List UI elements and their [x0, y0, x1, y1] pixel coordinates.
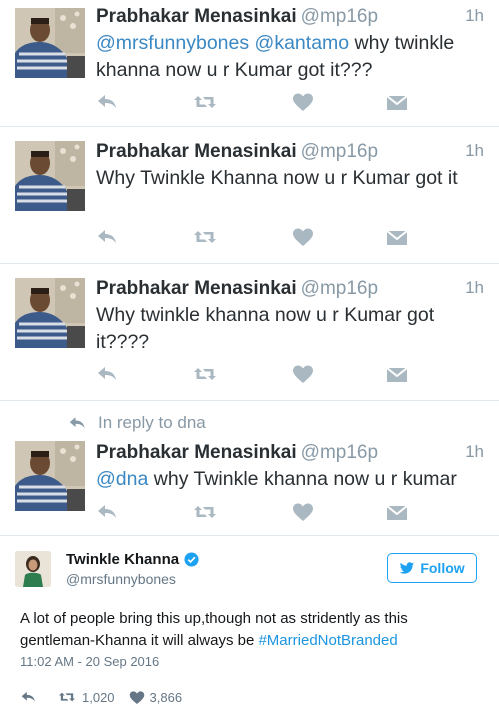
avatar-photo [15, 278, 85, 348]
direct-message-icon[interactable] [386, 90, 408, 114]
retweet-icon[interactable] [192, 500, 218, 524]
heart-icon [129, 690, 144, 704]
reply-icon[interactable] [96, 225, 120, 249]
tweet-text: A lot of people bring this up,though not… [20, 608, 480, 652]
tweet[interactable]: Prabhakar Menasinkai @mp16p 1h @mrsfunnyb… [0, 0, 499, 127]
reply-context[interactable]: In reply to dna [68, 413, 206, 433]
featured-tweet[interactable]: Twinkle Khanna @mrsfunnybones Follow A l… [0, 536, 499, 715]
avatar-photo [15, 8, 85, 78]
reply-icon [68, 414, 88, 432]
author-handle[interactable]: @mrsfunnybones [66, 571, 176, 587]
follow-label: Follow [420, 560, 465, 576]
tweet[interactable]: In reply to dna Prabhakar Menasinkai @mp1… [0, 401, 499, 536]
retweet-count-value: 1,020 [82, 689, 115, 705]
author-handle[interactable]: @mp16p [301, 278, 378, 299]
retweet-icon[interactable] [192, 362, 218, 386]
tweet-actions [96, 500, 426, 524]
twitter-bird-icon [400, 561, 415, 574]
mention-link[interactable]: @kantamo [255, 32, 350, 54]
avatar[interactable] [15, 441, 85, 511]
retweet-count[interactable]: 1,020 [57, 689, 115, 705]
verified-badge-icon [184, 552, 199, 567]
tweet[interactable]: Prabhakar Menasinkai @mp16p 1h Why twinkl… [0, 264, 499, 401]
tweet-actions: 1,020 3,866 [20, 688, 196, 706]
direct-message-icon[interactable] [386, 225, 408, 249]
avatar-photo [15, 141, 85, 211]
tweet-body: why Twinkle khanna now u r kumar [148, 468, 457, 490]
avatar[interactable] [15, 8, 85, 78]
author-name[interactable]: Prabhakar Menasinkai [96, 278, 297, 299]
avatar[interactable] [15, 278, 85, 348]
reply-icon[interactable] [96, 362, 120, 386]
follow-button[interactable]: Follow [387, 553, 477, 583]
like-count[interactable]: 3,866 [129, 689, 183, 705]
mention-link[interactable]: @dna [96, 468, 148, 490]
author-name[interactable]: Prabhakar Menasinkai [96, 6, 297, 27]
avatar[interactable] [15, 551, 51, 587]
avatar[interactable] [15, 141, 85, 211]
reply-icon[interactable] [20, 689, 43, 705]
tweet-actions [96, 362, 426, 386]
reply-context-label: In reply to dna [98, 413, 206, 432]
avatar-photo [15, 551, 51, 587]
author-name[interactable]: Twinkle Khanna [66, 551, 199, 568]
direct-message-icon[interactable] [386, 500, 408, 524]
heart-icon[interactable] [292, 225, 314, 249]
author-name-text: Twinkle Khanna [66, 551, 180, 568]
direct-message-icon[interactable] [386, 362, 408, 386]
author-handle[interactable]: @mp16p [301, 141, 378, 162]
tweet-time[interactable]: 1h [465, 141, 484, 161]
tweet-timestamp[interactable]: 11:02 AM - 20 Sep 2016 [20, 654, 159, 669]
retweet-icon [59, 692, 75, 702]
tweet-time[interactable]: 1h [465, 6, 484, 26]
reply-icon[interactable] [96, 500, 120, 524]
heart-icon[interactable] [292, 90, 314, 114]
reply-icon[interactable] [96, 90, 120, 114]
tweet-time[interactable]: 1h [465, 442, 484, 462]
tweet-time[interactable]: 1h [465, 278, 484, 298]
retweet-icon[interactable] [192, 90, 218, 114]
tweet-text: @mrsfunnybones @kantamo why twinkle khan… [96, 30, 487, 84]
author-handle[interactable]: @mp16p [301, 442, 378, 463]
like-count-value: 3,866 [149, 689, 183, 705]
heart-icon[interactable] [292, 500, 314, 524]
tweet[interactable]: Prabhakar Menasinkai @mp16p 1h Why Twinkl… [0, 127, 499, 264]
hashtag-link[interactable]: #MarriedNotBranded [258, 632, 397, 649]
tweet-text: @dna why Twinkle khanna now u r kumar [96, 466, 487, 493]
author-handle[interactable]: @mp16p [301, 6, 378, 27]
heart-icon[interactable] [292, 362, 314, 386]
author-name[interactable]: Prabhakar Menasinkai [96, 141, 297, 162]
retweet-icon[interactable] [192, 225, 218, 249]
tweet-text: Why Twinkle Khanna now u r Kumar got it [96, 167, 458, 189]
author-name[interactable]: Prabhakar Menasinkai [96, 442, 297, 463]
tweet-actions [96, 225, 426, 249]
tweet-text: Why twinkle khanna now u r Kumar got it?… [96, 304, 435, 353]
mention-link[interactable]: @mrsfunnybones [96, 32, 249, 54]
tweet-actions [96, 90, 426, 114]
avatar-photo [15, 441, 85, 511]
